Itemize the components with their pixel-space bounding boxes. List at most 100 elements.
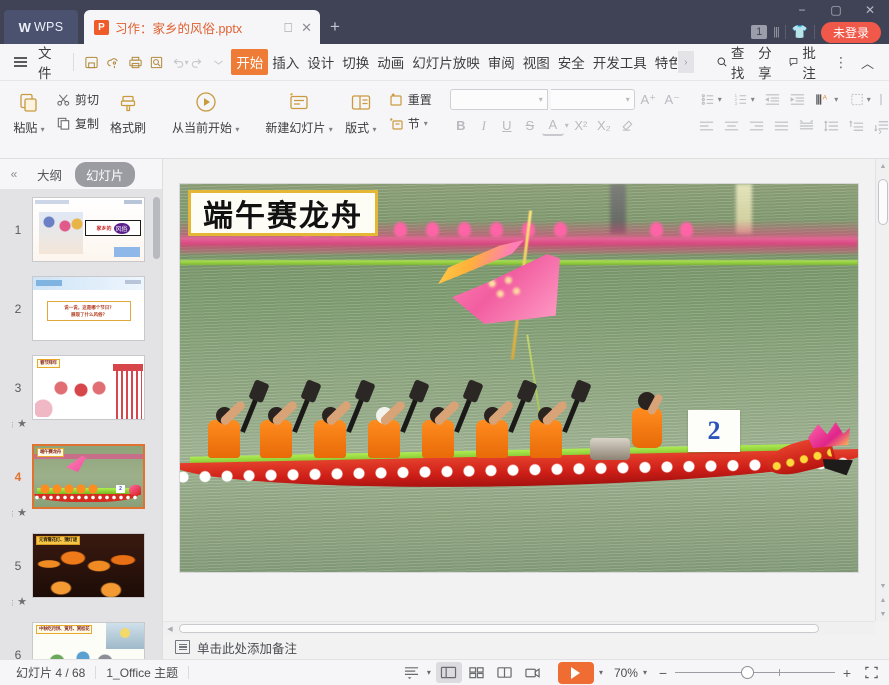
- presenter-view-icon[interactable]: [520, 662, 546, 683]
- print-icon[interactable]: [124, 50, 146, 74]
- slide-thumbnail-6[interactable]: 中秋吃月饼、赏月、赏桂花: [32, 622, 145, 659]
- more-tabs-icon[interactable]: ›: [677, 51, 694, 73]
- share-button[interactable]: 分享: [754, 40, 782, 84]
- ribbon-tab-review[interactable]: 审阅: [484, 49, 519, 75]
- slide-thumbnail-1[interactable]: 家乡的 风俗: [32, 197, 145, 262]
- reading-view-icon[interactable]: [492, 662, 518, 683]
- ribbon-tab-home[interactable]: 开始: [231, 49, 269, 75]
- subscript-button[interactable]: X₂: [593, 115, 615, 136]
- bold-button[interactable]: B: [450, 115, 472, 136]
- slide-thumbnail-2[interactable]: 说一说，这是哪个节日？ 展现了什么风俗？: [32, 276, 145, 341]
- ribbon-tab-animation[interactable]: 动画: [373, 49, 408, 75]
- start-slideshow-button[interactable]: [557, 661, 594, 684]
- slide-thumbnail-5[interactable]: 元宵看花灯、猜灯谜: [32, 533, 145, 598]
- bullet-list-icon[interactable]: ▾: [695, 89, 727, 110]
- grow-font-button[interactable]: A⁺: [638, 89, 659, 110]
- align-left-icon[interactable]: [695, 115, 719, 136]
- comment-button[interactable]: 批注: [784, 40, 826, 84]
- section-button[interactable]: 节 ▾: [383, 113, 437, 134]
- zoom-slider[interactable]: [675, 665, 835, 681]
- tab-outline[interactable]: 大纲: [26, 162, 73, 187]
- vertical-scrollbar-thumb[interactable]: [878, 179, 888, 225]
- zoom-slider-handle[interactable]: [741, 666, 754, 679]
- scroll-down-icon[interactable]: ▼: [876, 579, 889, 593]
- collapse-ribbon-icon[interactable]: ︿: [856, 53, 879, 72]
- customize-toolbar-icon[interactable]: [207, 50, 229, 74]
- current-slide[interactable]: 2 端午赛龙舟: [180, 184, 858, 572]
- columns-icon[interactable]: [877, 89, 885, 110]
- start-from-current-button[interactable]: 从当前开始 ▾: [166, 84, 245, 136]
- copy-button[interactable]: 复制: [51, 113, 104, 134]
- ribbon-tab-view[interactable]: 视图: [519, 49, 554, 75]
- align-text-box-icon[interactable]: ▾: [844, 89, 876, 110]
- superscript-button[interactable]: X²: [570, 115, 592, 136]
- tab-slides[interactable]: 幻灯片: [75, 161, 135, 187]
- cloud-sync-icon[interactable]: [102, 50, 124, 74]
- list-item[interactable]: 3 ⋮★ 春节拜年: [0, 355, 162, 430]
- chevron-down-icon[interactable]: ▾: [599, 668, 603, 677]
- list-item[interactable]: 6 ⋮★ 中秋吃月饼、赏月、赏桂花: [0, 622, 162, 659]
- slide-thumbnail-3[interactable]: 春节拜年: [32, 355, 145, 420]
- distribute-icon[interactable]: [795, 115, 819, 136]
- align-right-icon[interactable]: [745, 115, 769, 136]
- scroll-up-icon[interactable]: ▲: [876, 159, 889, 173]
- notes-pane[interactable]: 单击此处添加备注: [163, 635, 889, 659]
- new-slide-button[interactable]: 新建幻灯片 ▾: [259, 84, 338, 136]
- theme-name[interactable]: 1_Office 主题: [96, 664, 188, 681]
- font-size-select[interactable]: ▾: [550, 89, 635, 110]
- chevron-down-icon[interactable]: ▾: [427, 668, 431, 677]
- slide-sorter-icon[interactable]: [464, 662, 490, 683]
- print-preview-icon[interactable]: [146, 50, 168, 74]
- increase-indent-icon[interactable]: [786, 89, 810, 110]
- wps-app-badge[interactable]: W WPS: [4, 10, 78, 44]
- align-center-icon[interactable]: [720, 115, 744, 136]
- find-button[interactable]: 查找: [716, 42, 754, 82]
- italic-button[interactable]: I: [473, 115, 495, 136]
- slide-vertical-scrollbar[interactable]: ▲ ▼ ▲ ▼: [875, 159, 889, 621]
- list-item[interactable]: 1 家乡的 风俗: [0, 197, 162, 262]
- clear-format-icon[interactable]: [616, 115, 638, 136]
- save-icon[interactable]: [80, 50, 102, 74]
- ribbon-tab-transition[interactable]: 切换: [338, 49, 373, 75]
- window-minimize-button[interactable]: −: [785, 0, 819, 20]
- numbered-list-icon[interactable]: 1 23 ▾: [728, 89, 760, 110]
- font-name-select[interactable]: ▾: [449, 89, 548, 110]
- underline-button[interactable]: U: [496, 115, 518, 136]
- slide-horizontal-scrollbar[interactable]: ◀: [163, 621, 875, 635]
- previous-slide-icon[interactable]: ▲: [876, 593, 889, 607]
- decrease-indent-icon[interactable]: [761, 89, 785, 110]
- next-slide-icon[interactable]: ▼: [876, 607, 889, 621]
- zoom-level[interactable]: 70%: [611, 666, 641, 680]
- thumbnail-list[interactable]: 1 家乡的 风俗 2 说一说，这是哪个节日？ 展现了什么风俗？ 3 ⋮★ 春节拜…: [0, 189, 162, 659]
- shrink-font-button[interactable]: A⁻: [662, 89, 683, 110]
- zoom-in-button[interactable]: +: [837, 665, 857, 681]
- ribbon-tab-design[interactable]: 设计: [303, 49, 338, 75]
- ribbon-tab-developer[interactable]: 开发工具: [589, 49, 651, 75]
- chevron-down-icon[interactable]: ▾: [565, 121, 569, 130]
- fit-to-window-icon[interactable]: [859, 663, 883, 683]
- cut-button[interactable]: 剪切: [51, 89, 104, 110]
- app-menu-icon[interactable]: [14, 57, 27, 67]
- chevron-down-icon[interactable]: ▾: [424, 119, 428, 128]
- collaborator-count[interactable]: 1: [751, 25, 768, 39]
- space-before-icon[interactable]: [845, 115, 869, 136]
- monitor-icon[interactable]: ⎕: [284, 21, 292, 34]
- window-maximize-button[interactable]: ▢: [819, 0, 853, 20]
- skin-theme-icon[interactable]: 👕: [792, 24, 808, 40]
- list-item[interactable]: 4 ⋮★ 2 端午赛龙舟: [0, 444, 162, 519]
- close-icon[interactable]: ✕: [301, 21, 312, 34]
- ribbon-tab-slideshow[interactable]: 幻灯片放映: [408, 49, 484, 75]
- slide-editing-area[interactable]: 2 端午赛龙舟 ▲ ▼ ▲ ▼ ◀ 单击此处添加备注: [163, 159, 889, 659]
- line-spacing-icon[interactable]: [820, 115, 844, 136]
- slide-thumbnail-4[interactable]: 2 端午赛龙舟: [32, 444, 145, 509]
- list-item[interactable]: 2 说一说，这是哪个节日？ 展现了什么风俗？: [0, 276, 162, 341]
- window-close-button[interactable]: ✕: [853, 0, 887, 20]
- horizontal-scrollbar-thumb[interactable]: [179, 624, 819, 633]
- ribbon-tab-features[interactable]: 特色功能: [651, 49, 677, 75]
- file-menu-button[interactable]: 文件: [34, 42, 66, 82]
- redo-icon[interactable]: [186, 50, 208, 74]
- format-painter-button[interactable]: 格式刷: [104, 84, 152, 136]
- chevron-down-icon[interactable]: ▾: [643, 668, 647, 677]
- paste-button[interactable]: 粘贴 ▾: [7, 84, 51, 136]
- scroll-left-icon[interactable]: ◀: [163, 625, 177, 633]
